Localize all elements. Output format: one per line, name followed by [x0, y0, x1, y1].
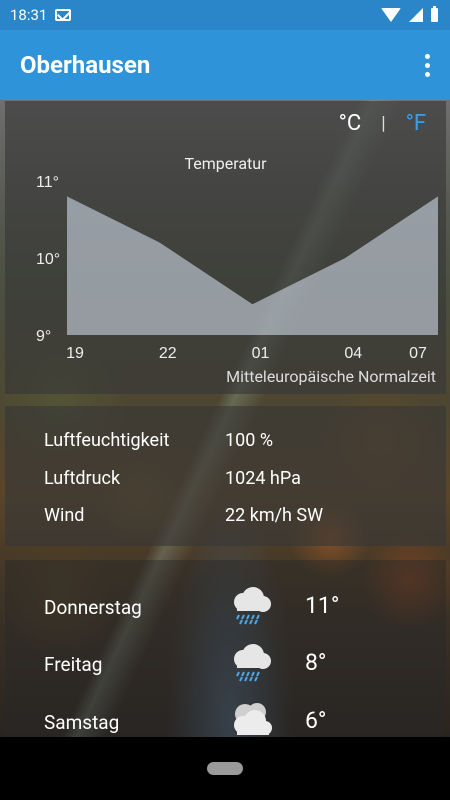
- cloudy-icon: [234, 703, 272, 735]
- x-tick-label: 19: [66, 345, 84, 362]
- rain-cloud-icon: [234, 587, 271, 625]
- pressure-value: 1024 hPa: [225, 468, 301, 489]
- forecast-card: Donnerstag 11° Freitag 8° Samstag 6°: [5, 560, 446, 737]
- app-bar: Oberhausen: [0, 30, 450, 100]
- details-card: Luftfeuchtigkeit 100 % Luftdruck 1024 hP…: [5, 406, 446, 546]
- wind-label: Wind: [44, 505, 85, 526]
- x-tick-label: 01: [252, 345, 270, 362]
- mail-icon: [55, 9, 72, 21]
- temperature-chart-card: °C | °F Temperatur 11° 10° 9° 19 22 01 04 07 Mi…: [5, 101, 446, 394]
- humidity-label: Luftfeuchtigkeit: [44, 430, 170, 451]
- pressure-label: Luftdruck: [44, 468, 121, 489]
- forecast-temp: 11°: [305, 592, 340, 619]
- y-tick-label: 11°: [36, 174, 59, 191]
- battery-icon: [431, 6, 438, 22]
- status-time: 18:31: [10, 6, 48, 24]
- humidity-value: 100 %: [225, 430, 273, 451]
- status-icons: [381, 6, 438, 22]
- status-bar: 18:31: [0, 0, 450, 30]
- city-title: Oberhausen: [20, 51, 151, 79]
- temperature-area: [67, 196, 438, 335]
- more-vert-icon[interactable]: [425, 53, 430, 77]
- home-handle[interactable]: [207, 762, 243, 775]
- wifi-icon: [381, 8, 401, 22]
- x-tick-label: 04: [344, 345, 362, 362]
- timezone-label: Mitteleuropäische Normalzeit: [226, 367, 436, 386]
- temperature-chart: 11° 10° 9° 19 22 01 04 07: [36, 174, 438, 362]
- forecast-day: Donnerstag: [44, 596, 142, 619]
- forecast-temp: 8°: [305, 649, 327, 676]
- rain-cloud-icon: [234, 644, 271, 682]
- wind-value: 22 km/h SW: [225, 505, 324, 526]
- signal-icon: [409, 8, 423, 22]
- y-tick-label: 10°: [36, 251, 60, 268]
- x-tick-label: 22: [159, 345, 177, 362]
- navigation-bar: [0, 737, 450, 800]
- x-tick-label: 07: [409, 345, 427, 362]
- y-tick-label: 9°: [36, 328, 51, 345]
- forecast-day: Samstag: [44, 711, 120, 734]
- forecast-day: Freitag: [44, 653, 103, 676]
- forecast-temp: 6°: [305, 707, 327, 734]
